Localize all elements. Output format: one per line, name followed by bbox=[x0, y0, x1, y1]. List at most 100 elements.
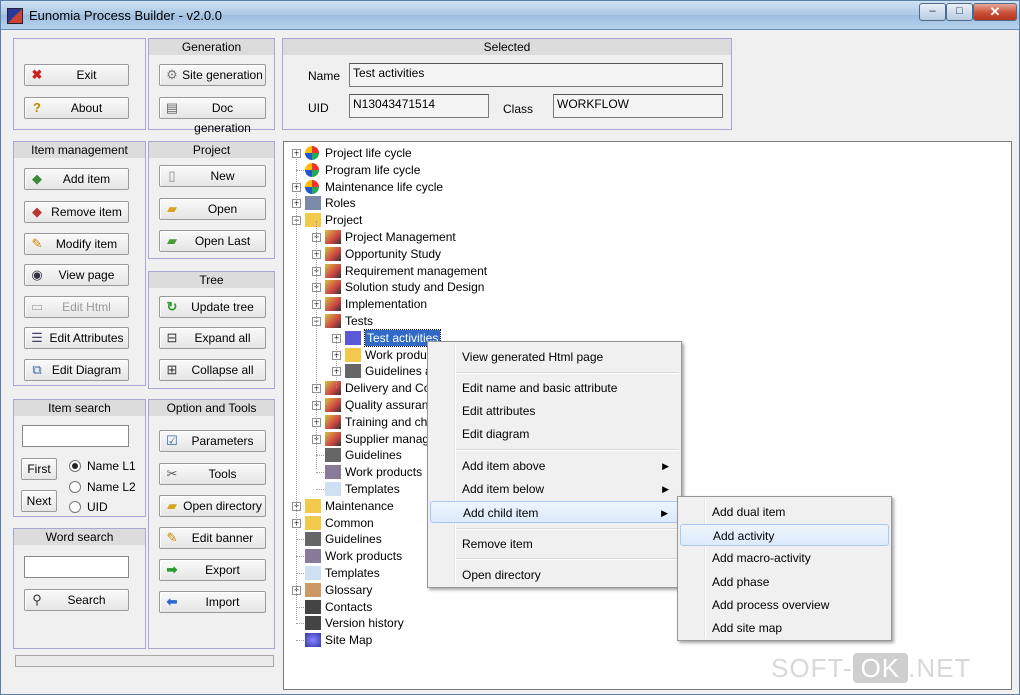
tree-node-label: Project Management bbox=[345, 230, 456, 244]
pencil-icon: ✎ bbox=[31, 236, 43, 251]
submenu-arrow-icon: ▶ bbox=[662, 461, 669, 471]
add-item-label: Add item bbox=[62, 172, 111, 186]
title-bar[interactable]: Eunomia Process Builder - v2.0.0 – □ ✕ bbox=[1, 1, 1019, 30]
client-area: ✖ Exit ? About Generation ⚙ Site generation… bbox=[3, 31, 1017, 692]
tree-node[interactable]: + Implementation bbox=[284, 296, 884, 312]
edit-banner-button[interactable]: ✎ Edit banner bbox=[159, 527, 266, 549]
open-directory-button[interactable]: ▰ Open directory bbox=[159, 495, 266, 517]
tree-node-label: Work products bbox=[345, 465, 423, 480]
tree-node[interactable]: + Maintenance life cycle bbox=[284, 179, 884, 195]
export-button[interactable]: ➡ Export bbox=[159, 559, 266, 581]
add-item-below-item[interactable]: Add item below ▶ bbox=[430, 478, 679, 500]
add-child-item[interactable]: Add child item ▶ bbox=[430, 501, 679, 523]
new-file-icon: ▯ bbox=[168, 168, 176, 183]
item-management-panel: Item management ◆ Add item ◆ Remove item ✎… bbox=[13, 141, 146, 386]
remove-item-label: Remove item bbox=[51, 205, 122, 219]
add-dual-item[interactable]: Add dual item bbox=[680, 501, 889, 523]
radio-name-l1[interactable] bbox=[69, 460, 81, 472]
open-last-button[interactable]: ▰ Open Last bbox=[159, 230, 266, 252]
radio-name-l2-label: Name L2 bbox=[87, 480, 136, 494]
tree-node[interactable]: + Project life cycle bbox=[284, 145, 884, 161]
tree-node[interactable]: + Opportunity Study bbox=[284, 246, 884, 262]
name-field[interactable]: Test activities bbox=[349, 63, 723, 87]
modify-item-label: Modify item bbox=[55, 237, 118, 251]
add-macro-activity-item[interactable]: Add macro-activity bbox=[680, 547, 889, 569]
options-tools-panel: Option and Tools ☑ Parameters ✂ Tools ▰ Ope… bbox=[148, 399, 275, 649]
submenu-item-label: Add site map bbox=[712, 621, 783, 635]
next-button[interactable]: Next bbox=[21, 490, 57, 512]
tree-node[interactable]: + Requirement management bbox=[284, 263, 884, 279]
add-phase-item[interactable]: Add phase bbox=[680, 571, 889, 593]
edit-name-item[interactable]: Edit name and basic attribute bbox=[430, 377, 679, 399]
edit-attributes-item[interactable]: Edit attributes bbox=[430, 400, 679, 422]
view-page-button[interactable]: ◉ View page bbox=[24, 264, 129, 286]
about-button[interactable]: ? About bbox=[24, 97, 129, 119]
tree-node-label: Glossary bbox=[325, 582, 373, 597]
edit-attributes-button[interactable]: ☰ Edit Attributes bbox=[24, 327, 129, 349]
site-generation-button[interactable]: ⚙ Site generation bbox=[159, 64, 266, 86]
workproducts-icon bbox=[325, 465, 341, 480]
uid-field[interactable]: N13043471514 bbox=[349, 94, 489, 118]
collapse-all-button[interactable]: ⊞ Collapse all bbox=[159, 359, 266, 381]
parameters-button[interactable]: ☑ Parameters bbox=[159, 430, 266, 452]
edit-diagram-label: Edit Diagram bbox=[51, 363, 122, 377]
add-site-map-item[interactable]: Add site map bbox=[680, 617, 889, 639]
first-button[interactable]: First bbox=[21, 458, 57, 480]
guidelines-icon bbox=[325, 448, 341, 463]
radio-uid[interactable] bbox=[69, 501, 81, 513]
class-field[interactable]: WORKFLOW bbox=[553, 94, 723, 118]
add-item-above-item[interactable]: Add item above ▶ bbox=[430, 455, 679, 477]
tree-node[interactable]: Program life cycle bbox=[284, 162, 884, 178]
tree-node-label: Work produ bbox=[365, 347, 427, 362]
plus-box-icon: ⊞ bbox=[166, 362, 178, 377]
item-search-input[interactable] bbox=[22, 425, 129, 447]
menu-item-label: Open directory bbox=[462, 568, 541, 582]
tree-node-label: Delivery and Co bbox=[345, 381, 431, 396]
expand-all-button[interactable]: ⊟ Expand all bbox=[159, 327, 266, 349]
eye-icon: ◉ bbox=[31, 267, 43, 282]
tree-node[interactable]: − Project bbox=[284, 212, 884, 228]
import-button[interactable]: ⬅ Import bbox=[159, 591, 266, 613]
workproducts-icon bbox=[305, 549, 321, 564]
search-label: Search bbox=[67, 593, 106, 607]
radio-name-l2[interactable] bbox=[69, 481, 81, 493]
remove-item-item[interactable]: Remove item bbox=[430, 533, 679, 555]
open-project-button[interactable]: ▰ Open bbox=[159, 198, 266, 220]
selected-title: Selected bbox=[283, 39, 731, 55]
modify-item-button[interactable]: ✎ Modify item bbox=[24, 233, 129, 255]
search-button[interactable]: ⚲ Search bbox=[24, 589, 129, 611]
tree-node-label: Opportunity Study bbox=[345, 246, 442, 261]
uid-label: UID bbox=[308, 101, 329, 115]
word-search-input[interactable] bbox=[24, 556, 129, 578]
item-management-title: Item management bbox=[14, 142, 145, 158]
edit-diagram-item[interactable]: Edit diagram bbox=[430, 423, 679, 445]
tools-button[interactable]: ✂ Tools bbox=[159, 463, 266, 485]
minimize-button[interactable]: – bbox=[919, 3, 946, 21]
maximize-button[interactable]: □ bbox=[946, 3, 973, 21]
edit-diagram-button[interactable]: ⧉ Edit Diagram bbox=[24, 359, 129, 381]
discipline-icon bbox=[325, 314, 341, 328]
tree-node[interactable]: + Solution study and Design bbox=[284, 279, 884, 295]
remove-item-button[interactable]: ◆ Remove item bbox=[24, 201, 129, 223]
add-item-button[interactable]: ◆ Add item bbox=[24, 168, 129, 190]
edit-html-button[interactable]: ▭ Edit Html bbox=[24, 296, 129, 318]
export-arrow-icon: ➡ bbox=[166, 562, 178, 577]
add-activity-item[interactable]: Add activity bbox=[680, 524, 889, 547]
add-process-overview-item[interactable]: Add process overview bbox=[680, 594, 889, 616]
close-button[interactable]: ✕ bbox=[973, 3, 1017, 21]
submenu-item-label: Add macro-activity bbox=[712, 551, 811, 566]
new-project-button[interactable]: ▯ New bbox=[159, 165, 266, 187]
options-tools-title: Option and Tools bbox=[149, 400, 274, 416]
menu-item-label: Edit name and basic attribute bbox=[462, 381, 618, 395]
tree-node[interactable]: + Roles bbox=[284, 195, 884, 211]
discipline-icon bbox=[325, 297, 341, 312]
update-tree-button[interactable]: ↻ Update tree bbox=[159, 296, 266, 318]
tree-node[interactable]: − Tests bbox=[284, 313, 884, 329]
view-html-item[interactable]: View generated Html page bbox=[430, 346, 679, 368]
doc-generation-button[interactable]: ▤ Doc generation bbox=[159, 97, 266, 135]
exit-button[interactable]: ✖ Exit bbox=[24, 64, 129, 86]
tree-node[interactable]: + Project Management bbox=[284, 229, 884, 245]
folder-icon: ▰ bbox=[167, 498, 177, 513]
menu-separator bbox=[456, 528, 679, 530]
open-directory-item[interactable]: Open directory bbox=[430, 564, 679, 586]
